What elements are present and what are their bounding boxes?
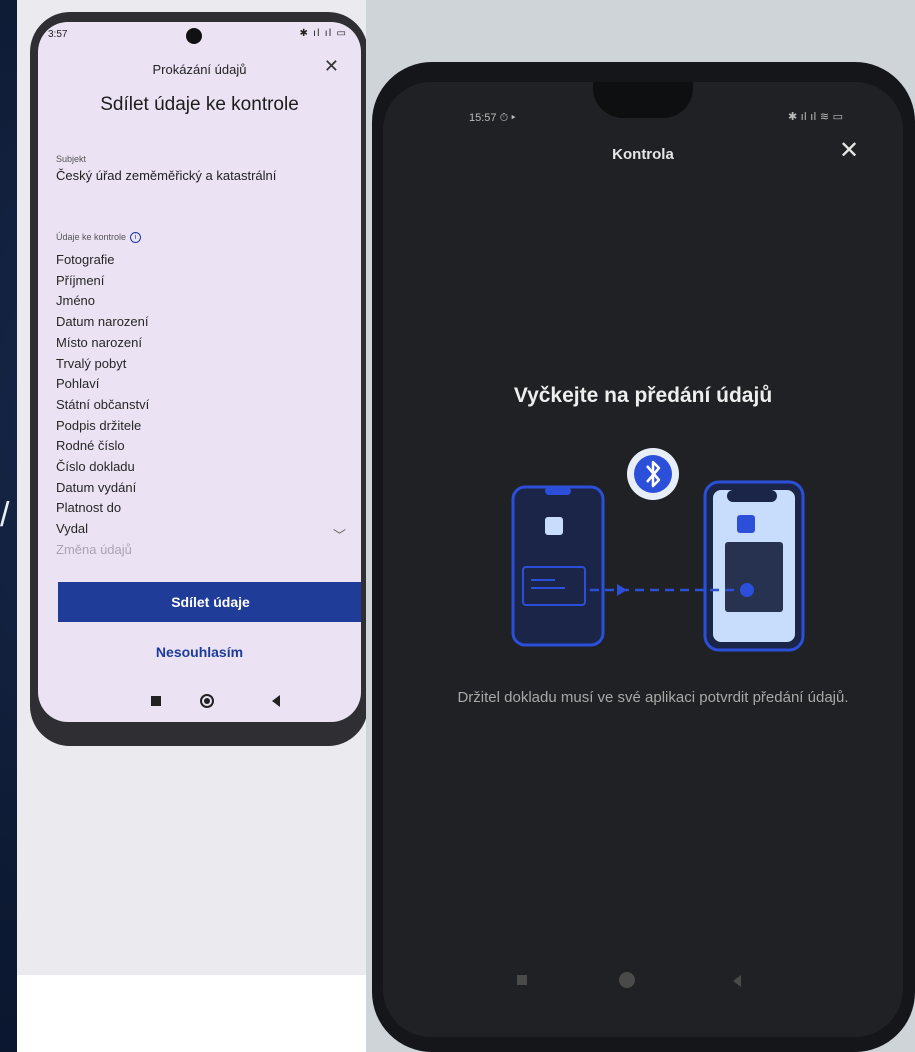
data-list-label-text: Údaje ke kontrole — [56, 232, 127, 242]
list-item: Trvalý pobyt — [56, 355, 127, 371]
status-icons: ✱ ıl ıl ≋ ▭ — [787, 110, 843, 123]
status-bar: 3:57 ✱ ıl ıl ▭ — [38, 22, 361, 50]
home-icon[interactable] — [200, 694, 214, 708]
list-item: Změna údajů — [56, 541, 132, 557]
list-item: Místo narození — [56, 334, 142, 350]
list-item: Státní občanství — [56, 396, 150, 412]
page-title: Sdílet údaje ke kontrole — [100, 94, 299, 115]
system-nav-bar — [383, 970, 903, 992]
verifier-phone-icon — [703, 480, 805, 652]
back-icon[interactable] — [733, 975, 741, 987]
dialog-title: Kontrola — [612, 146, 674, 163]
list-item: Rodné číslo — [56, 438, 125, 454]
bluetooth-icon — [627, 448, 679, 500]
list-item: Datum narození — [56, 314, 149, 330]
subject-value: Český úřad zeměměřický a katastrální — [56, 168, 277, 183]
list-item: Pohlaví — [56, 376, 100, 392]
dialog-title: Prokázání údajů — [152, 62, 247, 77]
left-photo-white-strip — [17, 975, 366, 1052]
status-icons: ✱ ıl ıl ▭ — [299, 28, 347, 39]
front-camera — [186, 28, 202, 44]
system-nav-bar — [38, 692, 361, 712]
list-item: Datum vydání — [56, 479, 137, 495]
data-items-list[interactable]: Fotografie Příjmení Jméno Datum narození… — [56, 250, 149, 561]
home-icon[interactable] — [619, 972, 635, 988]
list-item: Podpis držitele — [56, 417, 142, 433]
recents-icon[interactable] — [151, 696, 161, 706]
list-item: Příjmení — [56, 272, 105, 288]
back-icon[interactable] — [272, 695, 280, 707]
recents-icon[interactable] — [517, 975, 527, 985]
transfer-illustration — [511, 448, 805, 652]
close-icon[interactable]: ✕ — [324, 56, 339, 77]
instruction-text: Držitel dokladu musí ve své aplikaci pot… — [457, 689, 849, 706]
info-icon[interactable]: i — [130, 232, 142, 244]
list-item: Fotografie — [56, 252, 115, 267]
camera-notch — [593, 82, 693, 118]
chevron-down-icon[interactable]: ﹀ — [333, 525, 346, 544]
cropped-edge-glyph: / — [0, 496, 10, 534]
holder-phone-icon — [511, 485, 605, 647]
status-time: 3:57 — [48, 29, 68, 40]
left-phone-screen: 3:57 ✱ ıl ıl ▭ Prokázání údajů ✕ Sdílet … — [38, 22, 361, 722]
right-phone-screen: 15:57 ⏱ ▸ ✱ ıl ıl ≋ ▭ Kontrola ✕ Vyčkejt… — [383, 82, 903, 1037]
share-data-button[interactable]: Sdílet údaje — [58, 582, 361, 622]
list-item: Vydal — [56, 521, 89, 537]
data-list-label: Údaje ke kontrole i — [56, 232, 142, 244]
close-icon[interactable]: ✕ — [839, 136, 859, 164]
list-item: Jméno — [56, 293, 96, 309]
page-title: Vyčkejte na předání údajů — [513, 384, 773, 407]
list-item: Platnost do — [56, 500, 122, 516]
status-time: 15:57 ⏱ ▸ — [469, 112, 516, 124]
subject-label: Subjekt — [56, 154, 87, 164]
decline-button[interactable]: Nesouhlasím — [38, 644, 361, 660]
list-item: Číslo dokladu — [56, 459, 135, 475]
